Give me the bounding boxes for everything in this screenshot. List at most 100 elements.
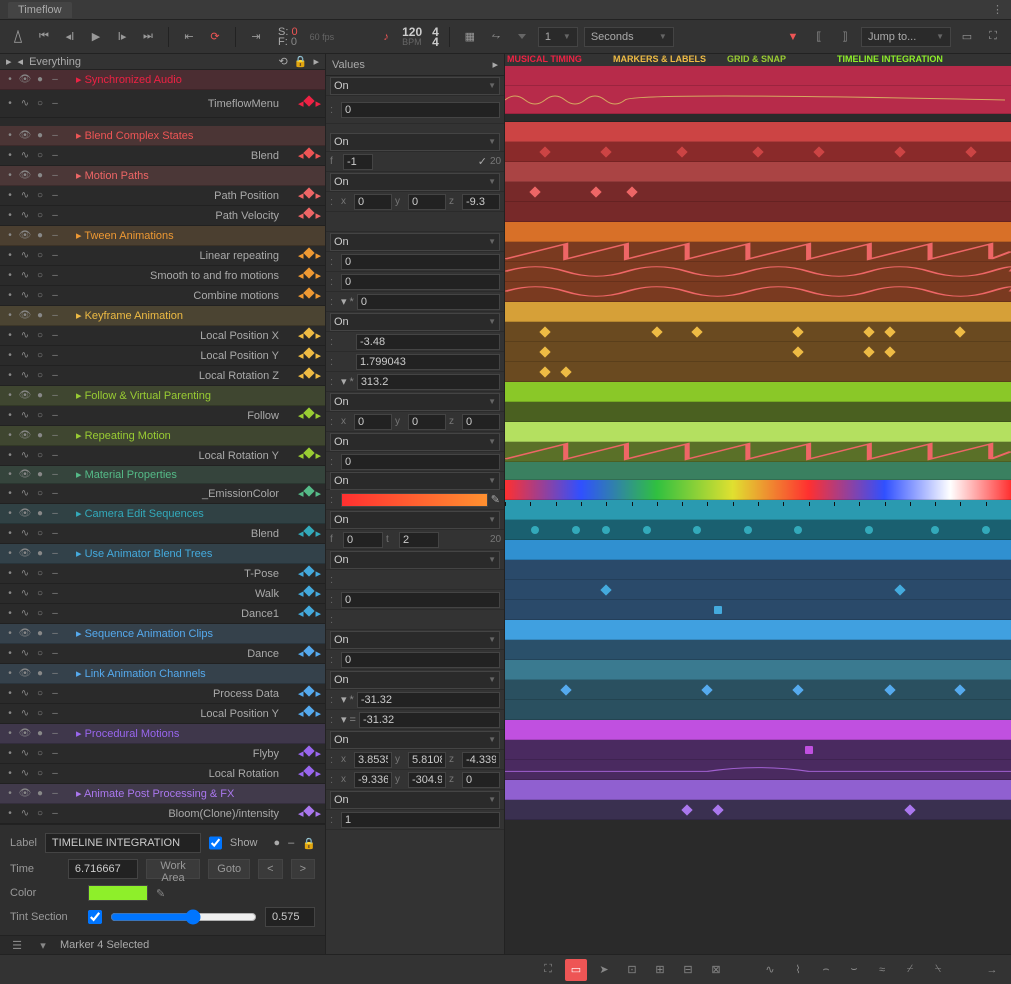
dash-icon[interactable]: –	[49, 270, 61, 282]
timeline-lane[interactable]	[505, 700, 1011, 720]
eyedropper-icon[interactable]: ✎	[491, 493, 500, 506]
z-input[interactable]	[462, 414, 500, 430]
bullet-icon[interactable]: •	[4, 270, 16, 282]
tool3-icon[interactable]: ⊟	[677, 959, 699, 981]
keyframe[interactable]	[894, 146, 905, 157]
value-dropdown[interactable]: On▼	[330, 393, 500, 411]
eye-icon[interactable]: 👁	[19, 310, 31, 322]
keyframe-controls[interactable]: ◂▸	[285, 409, 325, 422]
value-dropdown[interactable]: On▼	[330, 731, 500, 749]
timeline-lane[interactable]	[505, 620, 1011, 640]
lock-icon[interactable]: 🔒	[302, 837, 316, 850]
dash-icon[interactable]: –	[49, 390, 61, 402]
bullet-icon[interactable]: •	[4, 190, 16, 202]
bullet-icon[interactable]: •	[4, 170, 16, 182]
timeline-lane[interactable]	[505, 800, 1011, 820]
timeline-lane[interactable]	[505, 760, 1011, 780]
keyframe[interactable]	[864, 346, 875, 357]
keyframe[interactable]	[601, 584, 612, 595]
marker-flag-icon[interactable]: ▼	[783, 27, 803, 47]
workarea-button[interactable]: Work Area	[146, 859, 200, 879]
dash-icon[interactable]: –	[49, 768, 61, 780]
dash-icon[interactable]: –	[49, 568, 61, 580]
color-field[interactable]	[341, 493, 488, 507]
dot-icon[interactable]: ●	[34, 130, 46, 142]
track-row[interactable]: • ∿ ○ – Local Rotation Z ◂▸	[0, 366, 325, 386]
dot-icon[interactable]: ●	[34, 74, 46, 86]
curve-icon[interactable]: ∿	[19, 98, 31, 110]
curve-icon[interactable]: ∿	[19, 370, 31, 382]
eye-icon[interactable]: 👁	[19, 170, 31, 182]
bullet-icon[interactable]: •	[4, 628, 16, 640]
tint-checkbox[interactable]	[88, 910, 102, 924]
timeline-lane[interactable]	[505, 402, 1011, 422]
curve6-icon[interactable]: ⌿	[899, 959, 921, 981]
keyframe[interactable]	[540, 346, 551, 357]
curve-icon[interactable]: ∿	[19, 410, 31, 422]
expand-icon[interactable]: ▾	[341, 713, 347, 726]
caret-down-icon[interactable]: ▾	[34, 936, 52, 954]
keyframe-controls[interactable]: ◂▸	[285, 189, 325, 202]
timeline-lane[interactable]	[505, 442, 1011, 462]
bullet-icon[interactable]: •	[4, 410, 16, 422]
timeline-ruler[interactable]: MUSICAL TIMING MARKERS & LABELS GRID & S…	[505, 54, 1011, 66]
keyframe-controls[interactable]: ◂▸	[285, 487, 325, 500]
curve-icon[interactable]: ∿	[19, 488, 31, 500]
value-dropdown[interactable]: On▼	[330, 433, 500, 451]
timeline-lane[interactable]	[505, 640, 1011, 660]
eye-icon[interactable]: 👁	[19, 469, 31, 481]
dash-icon[interactable]: –	[49, 170, 61, 182]
keyframe[interactable]	[955, 684, 966, 695]
keyframe-controls[interactable]: ◂▸	[285, 807, 325, 820]
keyframe[interactable]	[651, 326, 662, 337]
dot-icon[interactable]: ●	[34, 728, 46, 740]
value-input[interactable]	[359, 712, 500, 728]
bullet-icon[interactable]: •	[4, 469, 16, 481]
dash-icon[interactable]: –	[49, 150, 61, 162]
value-input[interactable]	[341, 652, 500, 668]
expand-icon[interactable]: ▾	[341, 693, 347, 706]
timeline-lane[interactable]	[505, 462, 1011, 480]
keyframe[interactable]	[805, 746, 813, 754]
bullet-icon[interactable]: •	[4, 450, 16, 462]
curve-icon[interactable]: ∿	[19, 150, 31, 162]
timeline-lane[interactable]	[505, 560, 1011, 580]
timeline-lane[interactable]	[505, 322, 1011, 342]
track-row[interactable]: • 👁 ● – ▸ Material Properties	[0, 466, 325, 484]
bullet-icon[interactable]: •	[4, 648, 16, 660]
loop-icon[interactable]: ⟳	[205, 27, 225, 47]
keyframe[interactable]	[813, 146, 824, 157]
value-input[interactable]	[341, 254, 500, 270]
bullet-icon[interactable]: •	[4, 508, 16, 520]
dot-icon[interactable]: ●	[34, 668, 46, 680]
curve2-icon[interactable]: ⌇	[787, 959, 809, 981]
eye-icon[interactable]: 👁	[19, 628, 31, 640]
bullet-icon[interactable]: •	[4, 608, 16, 620]
bullet-icon[interactable]: •	[4, 350, 16, 362]
value-input[interactable]	[357, 294, 500, 310]
keyframe-controls[interactable]: ◂▸	[285, 249, 325, 262]
bullet-icon[interactable]: •	[4, 290, 16, 302]
keyframe-controls[interactable]: ◂▸	[285, 707, 325, 720]
dash-icon[interactable]: –	[49, 210, 61, 222]
dot-icon[interactable]: ○	[34, 250, 46, 262]
keyframe-controls[interactable]: ◂▸	[285, 607, 325, 620]
lock-icon[interactable]: 🔒	[294, 55, 308, 68]
timeline-lane[interactable]	[505, 282, 1011, 302]
curve-icon[interactable]: ∿	[19, 190, 31, 202]
dot-icon[interactable]: ●	[34, 230, 46, 242]
value-input[interactable]	[356, 334, 500, 350]
track-row[interactable]: • ∿ ○ – Flyby ◂▸	[0, 744, 325, 764]
keyframe[interactable]	[793, 346, 804, 357]
curve-icon[interactable]: ∿	[19, 768, 31, 780]
music-icon[interactable]: ♪	[376, 27, 396, 47]
track-row[interactable]: • ∿ ○ – Process Data ◂▸	[0, 684, 325, 704]
value-dropdown[interactable]: On▼	[330, 671, 500, 689]
timeline-lane[interactable]	[505, 182, 1011, 202]
keyframe[interactable]	[602, 526, 610, 534]
dash-icon[interactable]: –	[49, 748, 61, 760]
curve-icon[interactable]: ∿	[19, 588, 31, 600]
curve-icon[interactable]: ∿	[19, 350, 31, 362]
bullet-icon[interactable]: •	[4, 210, 16, 222]
time-input[interactable]	[68, 859, 138, 879]
